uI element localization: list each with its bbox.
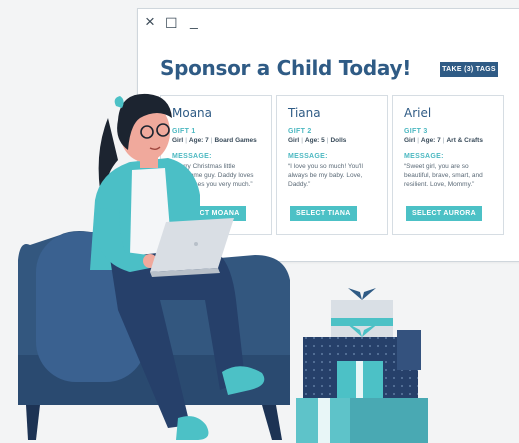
interest-label: Dolls <box>330 137 347 144</box>
child-card-moana: Moana GIFT 1 Girl | Age: 7 | Board Games MES… <box>160 95 272 235</box>
age-label: Age: 7 <box>188 137 209 144</box>
message-heading: MESSAGE: <box>404 153 444 160</box>
child-details: Girl | Age: 7 | Art & Crafts <box>404 137 492 144</box>
maximize-icon[interactable]: ☐ <box>165 16 178 30</box>
message-text: “Sweet girl, you are so beautiful, brave… <box>404 163 483 188</box>
message-text: “I love you so much! You'll always be my… <box>288 163 363 188</box>
gender-label: Girl <box>404 137 416 144</box>
window-titlebar: × ☐ _ <box>138 9 519 39</box>
child-name: Moana <box>172 106 213 120</box>
child-name: Ariel <box>404 106 432 120</box>
close-icon[interactable]: × <box>145 13 155 30</box>
browser-window: × ☐ _ Sponsor a Child Today! TAKE (3) TA… <box>137 8 519 262</box>
child-card-tiana: Tiana GIFT 2 Girl | Age: 5 | Dolls MESSAGE: … <box>276 95 388 235</box>
select-moana-button[interactable]: SELECT MOANA <box>174 206 246 221</box>
message-text: “Merry Christmas little handsome guy. Da… <box>172 163 254 188</box>
child-details: Girl | Age: 7 | Board Games <box>172 137 260 144</box>
message-heading: MESSAGE: <box>172 153 212 160</box>
child-card-ariel: Ariel GIFT 3 Girl | Age: 7 | Art & Crafts ME… <box>392 95 504 235</box>
interest-label: Art & Crafts <box>446 137 483 144</box>
message-heading: MESSAGE: <box>288 153 328 160</box>
minimize-icon[interactable]: _ <box>190 14 198 28</box>
child-name: Tiana <box>288 106 321 120</box>
child-details: Girl | Age: 5 | Dolls <box>288 137 376 144</box>
gender-label: Girl <box>288 137 300 144</box>
gift-number: GIFT 2 <box>288 128 312 135</box>
gift-number: GIFT 1 <box>172 128 196 135</box>
gift-number: GIFT 3 <box>404 128 428 135</box>
gender-label: Girl <box>172 137 184 144</box>
select-aurora-button[interactable]: SELECT AURORA <box>406 206 482 221</box>
age-label: Age: 7 <box>420 137 441 144</box>
age-label: Age: 5 <box>304 137 325 144</box>
select-tiana-button[interactable]: SELECT TIANA <box>290 206 357 221</box>
take-tags-button[interactable]: TAKE (3) TAGS <box>440 62 498 77</box>
page-title: Sponsor a Child Today! <box>160 56 412 80</box>
interest-label: Board Games <box>214 137 257 144</box>
